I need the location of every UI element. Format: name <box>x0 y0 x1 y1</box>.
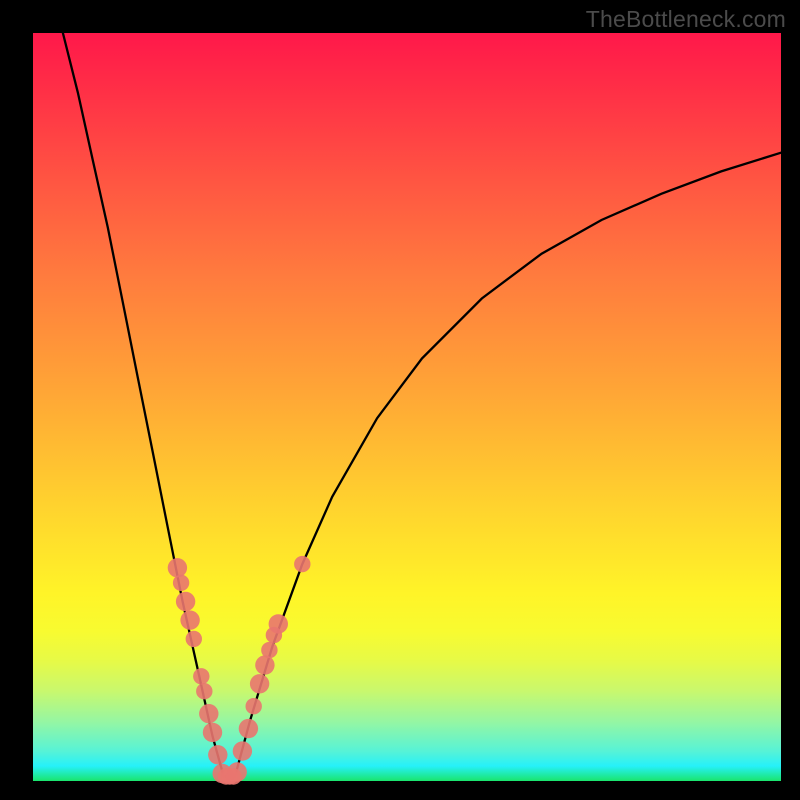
data-point <box>269 614 288 633</box>
data-point <box>203 723 222 742</box>
data-point <box>228 762 247 781</box>
data-point <box>233 741 252 760</box>
data-point <box>250 674 269 693</box>
data-point <box>193 668 209 684</box>
data-point <box>255 655 274 674</box>
chart-frame: TheBottleneck.com <box>0 0 800 800</box>
data-point <box>246 698 262 714</box>
curve-left-branch <box>63 33 224 777</box>
data-point <box>186 631 202 647</box>
data-points <box>168 556 311 785</box>
plot-area <box>33 33 781 781</box>
data-point <box>199 704 218 723</box>
data-point <box>176 592 195 611</box>
curve-right-branch <box>235 153 781 777</box>
data-point <box>173 575 189 591</box>
data-point <box>294 556 310 572</box>
data-point <box>168 558 187 577</box>
data-point <box>180 611 199 630</box>
data-point <box>239 719 258 738</box>
watermark-text: TheBottleneck.com <box>586 6 786 33</box>
data-point <box>196 683 212 699</box>
chart-svg <box>33 33 781 781</box>
data-point <box>261 642 277 658</box>
data-point <box>208 745 227 764</box>
